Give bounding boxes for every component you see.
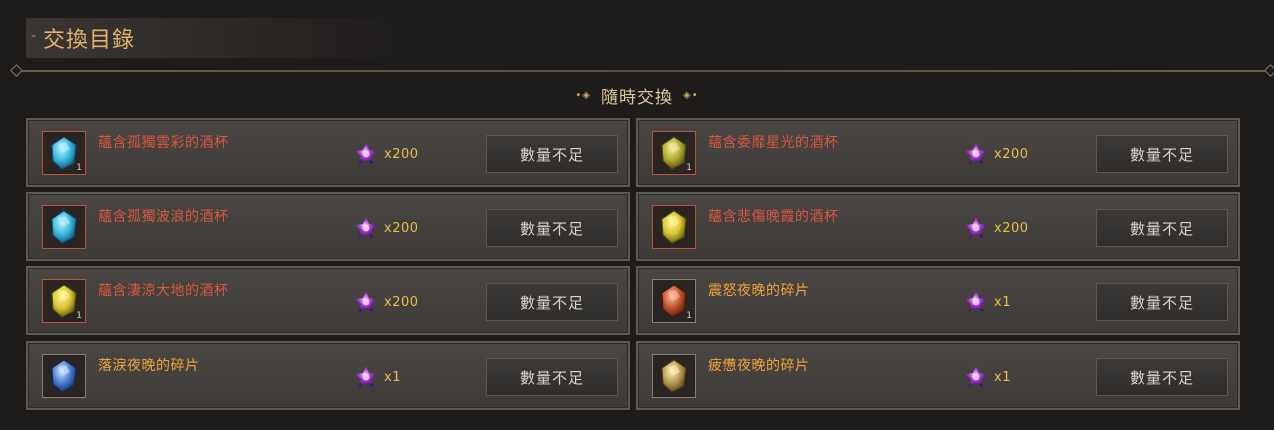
insufficient-quantity-button[interactable]: 數量不足 [486,358,618,396]
item-quantity: 1 [686,163,692,173]
section-title: 隨時交換 [601,87,673,108]
item-name: 蘊含孤獨波浪的酒杯 [98,209,229,225]
cost-amount: x200 [994,220,1029,236]
exchange-item-card: 1 震怒夜晚的碎片 x1 數量不足 [636,266,1240,335]
item-name: 蘊含孤獨雲彩的酒杯 [98,135,229,151]
insufficient-quantity-button[interactable]: 數量不足 [486,135,618,173]
item-cost: x1 [964,290,1011,314]
item-slot[interactable] [42,354,86,398]
ornament-left-icon: •◈ [575,89,591,101]
divider-ornament-left [10,64,23,77]
purple-crystal-icon [355,217,377,238]
item-slot[interactable]: 1 [42,131,86,175]
item-name: 蘊含委靡星光的酒杯 [708,135,839,151]
item-slot[interactable] [652,354,696,398]
item-cost: x200 [964,142,1029,166]
exchange-item-card: 1 蘊含淒涼大地的酒杯 x200 數量不足 [26,266,630,335]
section-header: •◈ 隨時交換 ◈• [0,84,1274,108]
gem-icon [51,284,77,318]
item-cost: x200 [354,216,419,240]
cost-amount: x200 [384,294,419,310]
header-divider [14,70,1274,72]
cost-amount: x1 [994,294,1011,310]
item-cost: x200 [354,142,419,166]
purple-crystal-icon [965,291,987,312]
item-cost: x200 [964,216,1029,240]
gem-icon [661,284,687,318]
item-cost: x1 [354,365,401,389]
cost-amount: x200 [384,220,419,236]
item-cost: x200 [354,290,419,314]
divider-ornament-right [1264,64,1274,77]
item-name: 疲憊夜晚的碎片 [708,358,810,374]
item-name: 震怒夜晚的碎片 [708,283,810,299]
item-cost: x1 [964,365,1011,389]
gem-icon [661,210,687,244]
insufficient-quantity-button[interactable]: 數量不足 [1096,283,1228,321]
gem-icon [51,210,77,244]
gem-icon [51,359,77,393]
item-slot[interactable] [42,205,86,249]
purple-crystal-icon [355,291,377,312]
exchange-item-card: 1 蘊含委靡星光的酒杯 x200 數量不足 [636,118,1240,187]
item-slot[interactable] [652,205,696,249]
item-name: 落淚夜晚的碎片 [98,358,200,374]
purple-crystal-icon [355,143,377,164]
exchange-item-card: 疲憊夜晚的碎片 x1 數量不足 [636,341,1240,410]
item-slot[interactable]: 1 [42,279,86,323]
insufficient-quantity-button[interactable]: 數量不足 [486,209,618,247]
purple-crystal-icon [355,366,377,387]
gem-icon [661,136,687,170]
item-quantity: 1 [76,163,82,173]
purple-crystal-icon [965,217,987,238]
cost-amount: x1 [384,369,401,385]
item-slot[interactable]: 1 [652,279,696,323]
exchange-item-card: 蘊含悲傷晚霞的酒杯 x200 數量不足 [636,192,1240,261]
purple-crystal-icon [965,366,987,387]
ornament-right-icon: ◈• [683,89,699,101]
exchange-item-card: 1 蘊含孤獨雲彩的酒杯 x200 數量不足 [26,118,630,187]
gem-icon [51,136,77,170]
cost-amount: x200 [384,146,419,162]
exchange-item-card: 落淚夜晚的碎片 x1 數量不足 [26,341,630,410]
gem-icon [661,359,687,393]
purple-crystal-icon [965,143,987,164]
insufficient-quantity-button[interactable]: 數量不足 [1096,135,1228,173]
insufficient-quantity-button[interactable]: 數量不足 [1096,358,1228,396]
insufficient-quantity-button[interactable]: 數量不足 [1096,209,1228,247]
insufficient-quantity-button[interactable]: 數量不足 [486,283,618,321]
exchange-item-card: 蘊含孤獨波浪的酒杯 x200 數量不足 [26,192,630,261]
item-name: 蘊含淒涼大地的酒杯 [98,283,229,299]
item-name: 蘊含悲傷晚霞的酒杯 [708,209,839,225]
item-quantity: 1 [686,311,692,321]
page-title: 交換目錄 [43,28,136,53]
item-slot[interactable]: 1 [652,131,696,175]
cost-amount: x1 [994,369,1011,385]
title-prefix: - [31,28,37,44]
item-quantity: 1 [76,311,82,321]
cost-amount: x200 [994,146,1029,162]
